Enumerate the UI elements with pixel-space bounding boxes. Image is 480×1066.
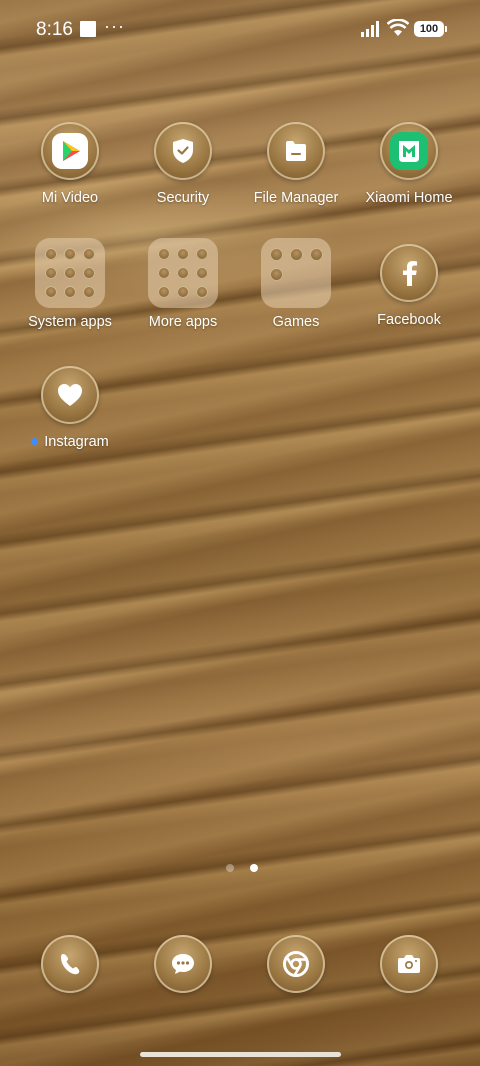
facebook-icon <box>380 244 438 302</box>
app-label: Mi Video <box>41 190 99 206</box>
app-label: Instagram <box>10 434 130 450</box>
new-app-indicator <box>31 437 39 445</box>
battery-icon: 100 <box>414 21 447 37</box>
folder-more-apps[interactable]: More apps <box>123 238 243 330</box>
notification-icon <box>80 21 96 37</box>
xiaomi-home-icon <box>380 122 438 180</box>
gesture-navigation-bar[interactable] <box>140 1052 341 1057</box>
folder-system-apps[interactable]: System apps <box>10 238 130 330</box>
app-label: File Manager <box>253 190 339 206</box>
app-instagram[interactable]: Instagram <box>10 366 130 450</box>
app-label: System apps <box>28 314 112 330</box>
more-notifications-icon: ··· <box>104 16 125 36</box>
dock-chrome[interactable] <box>267 935 325 993</box>
app-xiaomi-home[interactable]: Xiaomi Home <box>349 122 469 206</box>
page-dot-2[interactable] <box>250 864 258 872</box>
chrome-icon <box>267 935 325 993</box>
status-bar: 8:16 ··· 100 <box>0 0 480 60</box>
dock-messages[interactable] <box>154 935 212 993</box>
app-mi-video[interactable]: Mi Video <box>10 122 130 206</box>
cellular-signal-icon <box>361 21 379 37</box>
app-security[interactable]: Security <box>123 122 243 206</box>
clock: 8:16 <box>36 19 73 40</box>
heart-icon <box>41 366 99 424</box>
folder-games[interactable]: Games <box>236 238 356 330</box>
folder-grid-icon <box>148 238 218 308</box>
message-icon <box>154 935 212 993</box>
mi-video-icon <box>41 122 99 180</box>
wifi-icon <box>387 19 409 36</box>
folder-icon <box>267 122 325 180</box>
app-label: More apps <box>148 314 218 330</box>
phone-icon <box>41 935 99 993</box>
app-label: Xiaomi Home <box>365 190 453 206</box>
app-facebook[interactable]: Facebook <box>349 244 469 328</box>
camera-icon <box>380 935 438 993</box>
folder-grid-icon <box>35 238 105 308</box>
app-label: Facebook <box>377 312 441 328</box>
dock-phone[interactable] <box>41 935 99 993</box>
app-file-manager[interactable]: File Manager <box>236 122 356 206</box>
app-label: Games <box>272 314 320 330</box>
page-indicator[interactable] <box>226 864 258 872</box>
folder-grid-icon <box>261 238 331 308</box>
app-label: Security <box>156 190 210 206</box>
shield-check-icon <box>154 122 212 180</box>
page-dot-1[interactable] <box>226 864 234 872</box>
dock-camera[interactable] <box>380 935 438 993</box>
